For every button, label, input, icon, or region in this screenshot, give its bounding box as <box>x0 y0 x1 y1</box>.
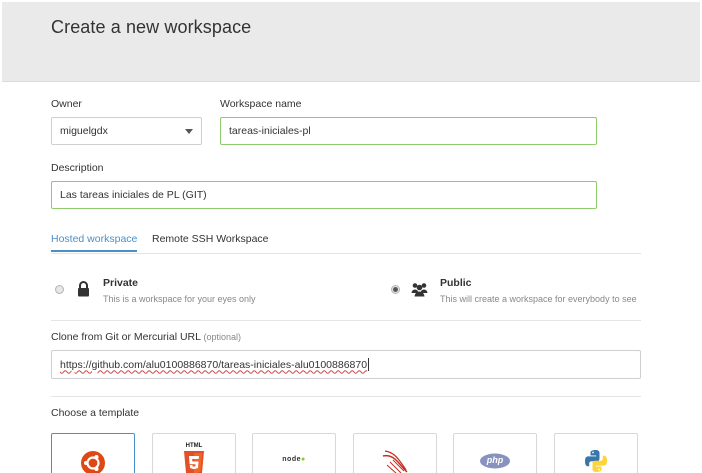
description-value: Las tareas iniciales de PL (GIT) <box>60 189 207 201</box>
template-ubuntu[interactable] <box>51 433 135 473</box>
tab-hosted-workspace[interactable]: Hosted workspace <box>51 233 138 252</box>
php-label: php <box>486 455 504 465</box>
nodejs-icon: node● <box>282 456 306 463</box>
template-html5[interactable]: HTML <box>152 433 236 473</box>
description-input[interactable]: Las tareas iniciales de PL (GIT) <box>51 181 597 209</box>
nodejs-label: node <box>282 456 301 463</box>
lock-icon <box>77 281 90 302</box>
public-description: This will create a workspace for everybo… <box>440 294 637 304</box>
clone-url-optional: (optional) <box>203 332 242 342</box>
page-title: Create a new workspace <box>51 17 252 37</box>
description-label: Description <box>51 162 104 174</box>
template-nodejs[interactable]: node● <box>252 433 336 473</box>
rails-icon <box>381 448 409 473</box>
template-php[interactable]: php <box>453 433 537 473</box>
public-radio[interactable] <box>391 285 400 294</box>
chevron-down-icon <box>185 129 193 134</box>
owner-label: Owner <box>51 98 82 110</box>
choose-template-label: Choose a template <box>51 407 140 419</box>
owner-value: miguelgdx <box>60 125 108 137</box>
python-icon <box>584 449 608 473</box>
clone-url-value: https://github.com/alu0100886870/tareas-… <box>60 358 368 371</box>
public-title: Public <box>440 277 472 289</box>
workspace-type-tabs: Hosted workspace Remote SSH Workspace <box>51 232 641 254</box>
workspace-name-value: tareas-iniciales-pl <box>229 125 311 137</box>
html5-label: HTML <box>185 443 203 449</box>
clone-url-label-text: Clone from Git or Mercurial URL <box>51 331 201 343</box>
tab-remote-ssh-workspace[interactable]: Remote SSH Workspace <box>152 233 269 245</box>
divider <box>51 320 641 321</box>
clone-url-label: Clone from Git or Mercurial URL (optiona… <box>51 331 241 343</box>
private-description: This is a workspace for your eyes only <box>103 294 256 304</box>
text-cursor <box>368 358 370 371</box>
private-title: Private <box>103 277 139 289</box>
private-radio[interactable] <box>55 285 64 294</box>
template-python[interactable] <box>554 433 638 473</box>
template-rails[interactable] <box>353 433 437 473</box>
page-header: Create a new workspace <box>2 2 700 82</box>
ubuntu-icon <box>80 450 106 473</box>
html5-icon <box>183 451 205 473</box>
clone-url-input[interactable]: https://github.com/alu0100886870/tareas-… <box>51 350 641 379</box>
workspace-name-label: Workspace name <box>220 98 302 110</box>
divider <box>51 396 641 397</box>
owner-select[interactable]: miguelgdx <box>51 117 202 145</box>
people-icon <box>411 282 428 302</box>
workspace-name-input[interactable]: tareas-iniciales-pl <box>220 117 597 145</box>
